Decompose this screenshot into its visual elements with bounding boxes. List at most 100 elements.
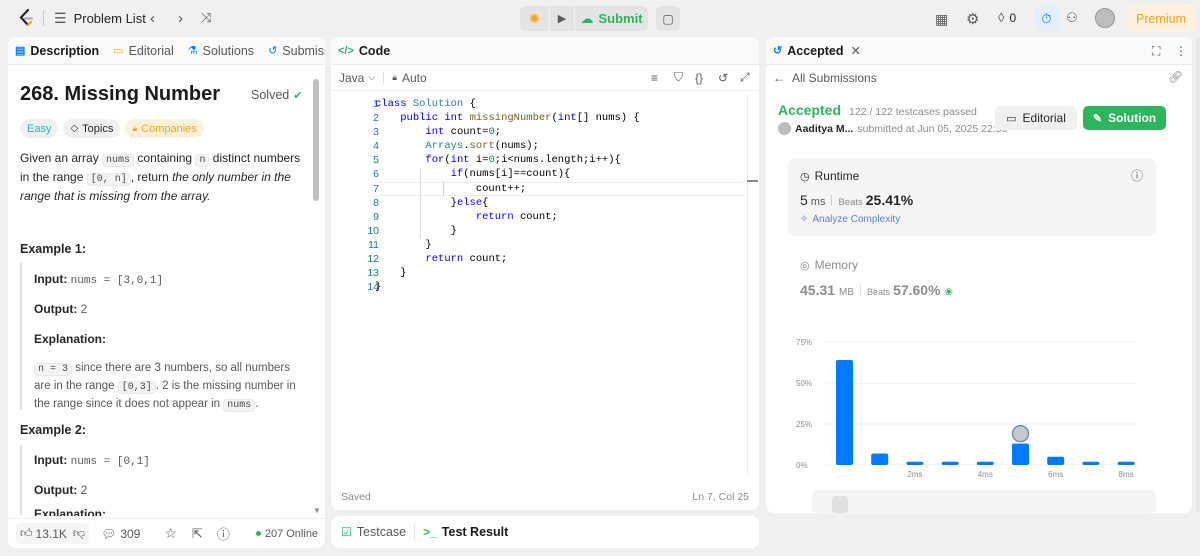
code-editor[interactable]: class Solution { public int missingNumbe… [375,97,640,294]
star-icon[interactable]: ☆ [164,525,177,542]
tab-description[interactable]: ▤ Description [8,44,106,58]
chart-bar[interactable] [871,453,889,465]
cloud-upload-icon: ☁ [580,10,594,26]
problem-title: 268. Missing Number [20,83,221,105]
flame-icon: ◊ [998,10,1005,25]
thumbs-down-icon[interactable]: 👎︎ [73,526,85,541]
solution-button[interactable]: ✎ Solution [1083,106,1166,130]
format-icon[interactable]: ≡ [651,71,658,85]
code-header: </> Code [331,37,759,65]
braces-icon[interactable]: {} [695,71,703,85]
gear-icon[interactable]: ⚙ [966,10,979,28]
debug-button[interactable]: ✺ [520,6,549,31]
chart-bar[interactable] [1117,461,1135,465]
analyze-complexity-link[interactable]: ✧ Analyze Complexity [800,214,900,225]
link-icon[interactable]: 🔗︎ [1168,70,1183,84]
tab-code[interactable]: </> Code [331,44,397,58]
chart-bar[interactable] [976,461,994,465]
tab-submissions[interactable]: ↺ Submissio [261,44,325,58]
lock-icon: 🔒︎ [392,72,397,82]
info-icon[interactable]: ⓘ [1131,167,1143,184]
companies-tag[interactable]: 🔒︎ Companies [125,119,204,138]
streak-counter[interactable]: ◊ 0 [998,10,1016,25]
y-tick-label: 75% [796,338,812,347]
add-friend-icon[interactable]: ⚇ [1066,10,1078,26]
editorial-button[interactable]: ▭ Editorial [995,106,1077,130]
tab-testcase[interactable]: ☑ Testcase [341,525,406,539]
clock-icon: ◷ [800,170,810,183]
help-icon[interactable]: ⓘ [217,524,230,543]
chart-gridlines [826,341,1136,466]
tag-row: Easy ◇ Topics 🔒︎ Companies [20,119,209,138]
example-2-output: Output: 2 [34,483,88,497]
submission-panel: ↺ Accepted ✕ ⛶ ⋮ ← All Submissions 🔗︎ Ac… [766,37,1192,513]
memory-label[interactable]: ◎ Memory [800,258,858,272]
example-2-input: Input: nums = [0,1] [34,453,150,468]
chart-range-slider[interactable] [812,490,1156,513]
description-scrollbar[interactable] [313,79,319,201]
checkbox-icon: ☑ [341,525,352,539]
example-1-explanation: n = 3 since there are 3 numbers, so all … [34,362,296,412]
more-icon[interactable]: ⋮ [1175,44,1187,58]
run-button[interactable]: ▶ [550,6,574,31]
chart-bar[interactable] [941,461,959,465]
share-icon[interactable]: ⇱ [192,526,203,542]
scroll-down-arrow[interactable]: ▼ [313,506,321,515]
tab-test-result[interactable]: >_ Test Result [423,525,508,539]
leetcode-logo[interactable] [16,8,36,28]
x-tick-label: 8ms [1119,470,1134,479]
topics-tag[interactable]: ◇ Topics [63,119,121,138]
solved-status: Solved ✔ [251,88,303,102]
comment-icon[interactable]: 💬︎ [101,527,116,541]
like-dislike-group: 👍︎ 13.1K 👎︎ [16,523,90,544]
problem-list-link[interactable]: ☰ Problem List [54,0,146,36]
online-dot [255,531,261,536]
submitter-info: Aaditya M... submitted at Jun 05, 2025 2… [778,122,1007,135]
notes-button[interactable]: ▢ [656,6,680,31]
chart-bar[interactable] [1082,461,1100,465]
runtime-chart: 75% 50% 25% 0% 2ms 4ms 6ms 8ms [766,327,1192,487]
chart-bar[interactable] [836,360,853,465]
flask-icon: ⚗ [187,45,198,57]
reset-icon[interactable]: ↺ [718,71,728,85]
arrow-left-icon: ← [773,71,785,85]
difficulty-badge[interactable]: Easy [20,119,59,138]
next-problem-icon[interactable]: › [178,10,183,27]
tab-editorial[interactable]: ▭ Editorial [106,44,181,58]
prev-problem-icon[interactable]: ‹ [150,10,155,27]
chart-bar[interactable] [1047,456,1065,465]
avatar[interactable] [1095,8,1115,28]
submission-status: Accepted 122 / 122 testcases passed [778,102,977,118]
user-avatar [778,122,791,135]
chart-bar[interactable] [1012,443,1029,465]
description-panel: ▤ Description ▭ Editorial ⚗ Solutions ↺ … [8,37,325,548]
thumbs-up-icon[interactable]: 👍︎ [20,526,33,541]
your-submission-marker[interactable] [1011,424,1030,443]
example-2-border [20,445,22,515]
tab-accepted[interactable]: ↺ Accepted ✕ [766,43,868,59]
expand-icon[interactable]: ⤢ [740,70,750,85]
tab-solutions[interactable]: ⚗ Solutions [181,44,261,58]
editor-toolbar: Java ⌵ 🔒︎ Auto ≡ ⛉ {} ↺ ⤢ [331,65,759,91]
close-icon[interactable]: ✕ [851,43,861,58]
sparkle-icon: ✧ [800,214,809,225]
chart-bar[interactable] [906,461,924,465]
play-icon: ▶ [557,13,567,25]
editor-status-bar: Saved Ln 7, Col 25 [341,491,749,503]
all-submissions-link[interactable]: ← All Submissions [773,71,877,85]
premium-button[interactable]: Premium [1127,6,1195,31]
language-select[interactable]: Java ⌵ [339,71,375,85]
book-icon: ▭ [113,45,124,57]
layout-icon[interactable]: ▦ [935,11,948,28]
auto-mode[interactable]: 🔒︎ Auto [392,71,426,85]
runtime-card[interactable]: ◷ Runtime ⓘ 5 ms Beats 25.41% ✧ Analyze … [788,158,1156,236]
maximize-icon[interactable]: ⛶ [1152,44,1160,59]
editor-scrollbar-track[interactable] [747,95,748,475]
slider-handle[interactable] [832,496,848,513]
page-scrollbar[interactable] [1196,38,1200,512]
bookmark-icon[interactable]: ⛉ [674,70,683,85]
example-1-input: Input: nums = [3,0,1] [34,272,164,287]
timer-button[interactable]: ⏱ [1034,6,1059,31]
shuffle-icon[interactable]: ⤨ [201,10,211,26]
submit-button[interactable]: ☁ Submit [575,6,648,31]
